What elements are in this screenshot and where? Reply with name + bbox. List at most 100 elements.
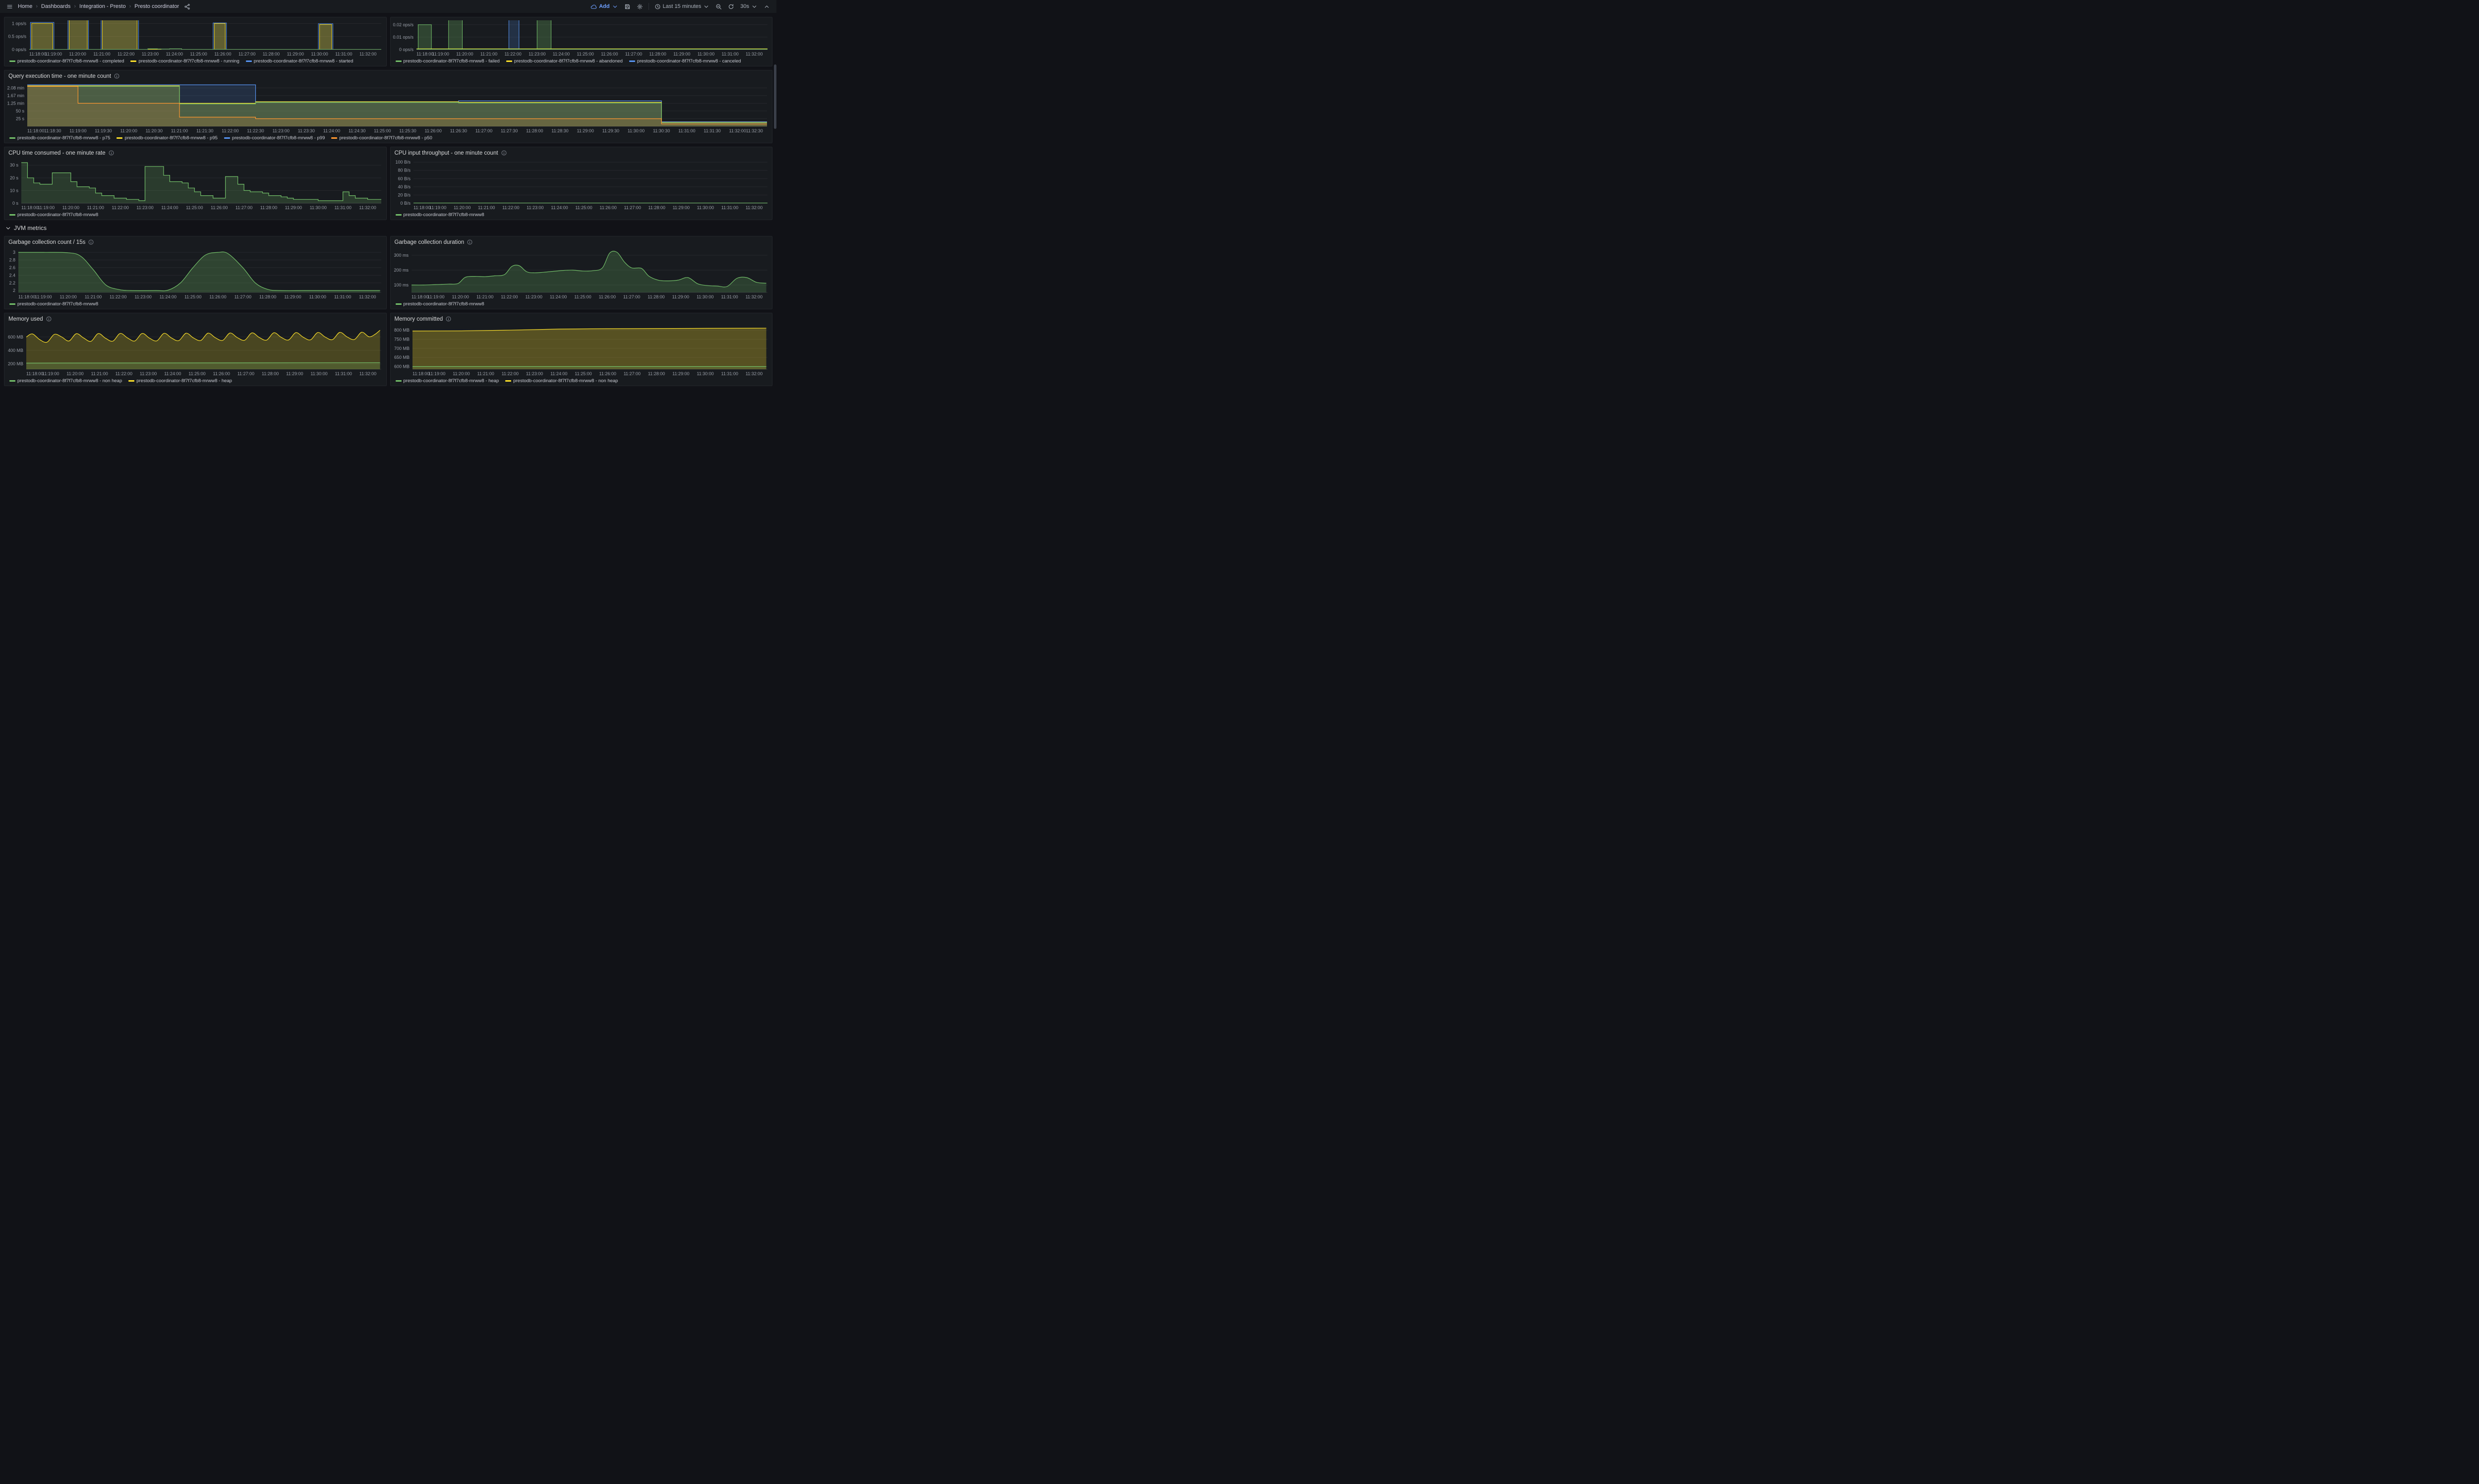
legend-item[interactable]: prestodb-coordinator-8f7f7cfb8-mrww8 <box>396 212 484 218</box>
refresh-icon <box>728 3 734 10</box>
svg-text:11:21:00: 11:21:00 <box>476 294 493 299</box>
legend-item[interactable]: prestodb-coordinator-8f7f7cfb8-mrww8 - c… <box>9 58 124 64</box>
svg-text:11:29:00: 11:29:00 <box>672 294 689 299</box>
svg-text:11:31:00: 11:31:00 <box>335 371 352 376</box>
svg-text:11:26:00: 11:26:00 <box>599 371 616 376</box>
svg-text:11:19:00: 11:19:00 <box>429 205 446 210</box>
legend-item[interactable]: prestodb-coordinator-8f7f7cfb8-mrww8 - h… <box>396 378 499 384</box>
legend-label: prestodb-coordinator-8f7f7cfb8-mrww8 - r… <box>138 58 239 64</box>
menu-button[interactable] <box>5 2 14 11</box>
legend-item[interactable]: prestodb-coordinator-8f7f7cfb8-mrww8 - p… <box>9 135 110 141</box>
svg-text:11:27:00: 11:27:00 <box>475 128 492 133</box>
svg-text:11:19:00: 11:19:00 <box>42 371 59 376</box>
svg-text:11:27:00: 11:27:00 <box>623 294 640 299</box>
panel-title: CPU time consumed - one minute rate <box>8 150 106 156</box>
svg-text:11:29:00: 11:29:00 <box>286 371 303 376</box>
svg-text:11:20:00: 11:20:00 <box>62 205 79 210</box>
legend-item[interactable]: prestodb-coordinator-8f7f7cfb8-mrww8 - p… <box>224 135 325 141</box>
gc-count-chart[interactable]: 32.82.62.42.2211:18:0011:19:0011:20:0011… <box>4 246 386 300</box>
legend-item[interactable]: prestodb-coordinator-8f7f7cfb8-mrww8 - c… <box>629 58 741 64</box>
panel-header[interactable]: Query execution time - one minute count <box>4 70 772 80</box>
legend-item[interactable]: prestodb-coordinator-8f7f7cfb8-mrww8 - p… <box>331 135 432 141</box>
svg-text:11:31:00: 11:31:00 <box>335 52 352 57</box>
panel-header[interactable]: CPU time consumed - one minute rate <box>4 147 386 157</box>
panel-header[interactable]: CPU input throughput - one minute count <box>391 147 772 157</box>
legend-swatch <box>629 60 635 62</box>
svg-text:11:18:00: 11:18:00 <box>29 52 46 57</box>
panel-cpu-input-throughput: CPU input throughput - one minute count … <box>390 147 773 220</box>
legend-swatch <box>396 380 402 382</box>
legend-label: prestodb-coordinator-8f7f7cfb8-mrww8 - p… <box>232 135 325 141</box>
gc-duration-chart[interactable]: 300 ms200 ms100 ms11:18:0011:19:0011:20:… <box>391 246 772 300</box>
legend-item[interactable]: prestodb-coordinator-8f7f7cfb8-mrww8 - n… <box>505 378 618 384</box>
query-execution-time-chart[interactable]: 2.08 min1.67 min1.25 min50 s25 s11:18:00… <box>4 80 772 134</box>
memory-used-chart[interactable]: 600 MB400 MB200 MB11:18:0011:19:0011:20:… <box>4 323 386 377</box>
refresh-button[interactable] <box>726 2 736 11</box>
chevron-down-icon <box>751 3 758 10</box>
legend-item[interactable]: prestodb-coordinator-8f7f7cfb8-mrww8 - r… <box>130 58 239 64</box>
svg-text:200 MB: 200 MB <box>8 361 23 366</box>
section-title: JVM metrics <box>14 225 47 231</box>
svg-text:11:18:00: 11:18:00 <box>21 205 38 210</box>
legend-item[interactable]: prestodb-coordinator-8f7f7cfb8-mrww8 - n… <box>9 378 122 384</box>
save-dashboard-button[interactable] <box>623 2 632 11</box>
cpu-time-consumed-chart[interactable]: 30 s20 s10 s0 s11:18:0011:19:0011:20:001… <box>4 157 386 211</box>
panel-header[interactable]: Garbage collection count / 15s <box>4 236 386 246</box>
legend-label: prestodb-coordinator-8f7f7cfb8-mrww8 - s… <box>254 58 354 64</box>
legend-item[interactable]: prestodb-coordinator-8f7f7cfb8-mrww8 - a… <box>506 58 623 64</box>
svg-text:300 ms: 300 ms <box>394 253 409 258</box>
refresh-interval-picker[interactable]: 30s <box>739 2 759 11</box>
svg-text:0 B/s: 0 B/s <box>400 201 411 206</box>
svg-text:11:30:00: 11:30:00 <box>310 205 327 210</box>
svg-text:11:25:00: 11:25:00 <box>190 52 207 57</box>
panel-header[interactable]: Memory used <box>4 313 386 323</box>
memory-committed-chart[interactable]: 800 MB750 MB700 MB650 MB600 MB11:18:0011… <box>391 323 772 377</box>
svg-text:11:29:30: 11:29:30 <box>602 128 619 133</box>
legend-item[interactable]: prestodb-coordinator-8f7f7cfb8-mrww8 - p… <box>117 135 217 141</box>
zoom-out-icon <box>715 3 722 10</box>
svg-text:11:24:00: 11:24:00 <box>160 294 177 299</box>
breadcrumb-item-dashboards[interactable]: Dashboards <box>41 3 70 9</box>
scrollbar-thumb[interactable] <box>774 64 776 129</box>
svg-text:2.2: 2.2 <box>9 281 15 285</box>
legend-item[interactable]: prestodb-coordinator-8f7f7cfb8-mrww8 - f… <box>396 58 500 64</box>
legend-item[interactable]: prestodb-coordinator-8f7f7cfb8-mrww8 - h… <box>128 378 232 384</box>
svg-text:11:27:00: 11:27:00 <box>236 205 252 210</box>
legend-label: prestodb-coordinator-8f7f7cfb8-mrww8 - p… <box>124 135 217 141</box>
breadcrumb-item-integration-presto[interactable]: Integration - Presto <box>79 3 126 9</box>
svg-text:11:30:00: 11:30:00 <box>311 52 328 57</box>
svg-text:11:25:00: 11:25:00 <box>184 294 201 299</box>
cpu-input-throughput-chart[interactable]: 100 B/s80 B/s60 B/s40 B/s20 B/s0 B/s11:1… <box>391 157 772 211</box>
queries-failed-chart[interactable]: 0.02 ops/s0.01 ops/s0 ops/s11:18:0011:19… <box>391 17 772 57</box>
svg-text:11:27:30: 11:27:30 <box>501 128 518 133</box>
svg-text:11:31:00: 11:31:00 <box>721 52 738 57</box>
panel-header[interactable]: Memory committed <box>391 313 772 323</box>
legend-item[interactable]: prestodb-coordinator-8f7f7cfb8-mrww8 - s… <box>246 58 354 64</box>
zoom-out-button[interactable] <box>714 2 723 11</box>
save-icon <box>624 3 631 10</box>
time-range-picker[interactable]: Last 15 minutes <box>653 2 711 11</box>
memory-used-legend: prestodb-coordinator-8f7f7cfb8-mrww8 - n… <box>4 377 386 386</box>
svg-text:11:27:00: 11:27:00 <box>623 371 640 376</box>
queries-started-chart[interactable]: 1 ops/s0.5 ops/s0 ops/s11:18:0011:19:001… <box>4 17 386 57</box>
dashboard-settings-button[interactable] <box>635 2 645 11</box>
collapse-toolbar-button[interactable] <box>762 2 771 11</box>
legend-item[interactable]: prestodb-coordinator-8f7f7cfb8-mrww8 <box>9 212 98 218</box>
info-icon <box>445 316 452 322</box>
panel-header[interactable]: Garbage collection duration <box>391 236 772 246</box>
legend-item[interactable]: prestodb-coordinator-8f7f7cfb8-mrww8 <box>9 301 98 307</box>
svg-text:11:29:00: 11:29:00 <box>577 128 593 133</box>
breadcrumb-item-presto-coordinator[interactable]: Presto coordinator <box>134 3 179 9</box>
jvm-metrics-section-toggle[interactable]: JVM metrics <box>4 224 772 232</box>
breadcrumb-item-home[interactable]: Home <box>18 3 32 9</box>
add-button[interactable]: Add <box>589 2 619 11</box>
svg-text:11:22:00: 11:22:00 <box>501 371 518 376</box>
share-button[interactable] <box>182 2 192 11</box>
legend-swatch <box>505 380 511 382</box>
legend-item[interactable]: prestodb-coordinator-8f7f7cfb8-mrww8 <box>396 301 484 307</box>
legend-label: prestodb-coordinator-8f7f7cfb8-mrww8 - p… <box>17 135 110 141</box>
svg-text:11:28:00: 11:28:00 <box>648 371 664 376</box>
svg-text:11:29:00: 11:29:00 <box>672 205 689 210</box>
svg-text:11:27:00: 11:27:00 <box>238 52 255 57</box>
scrollbar[interactable] <box>774 14 776 388</box>
